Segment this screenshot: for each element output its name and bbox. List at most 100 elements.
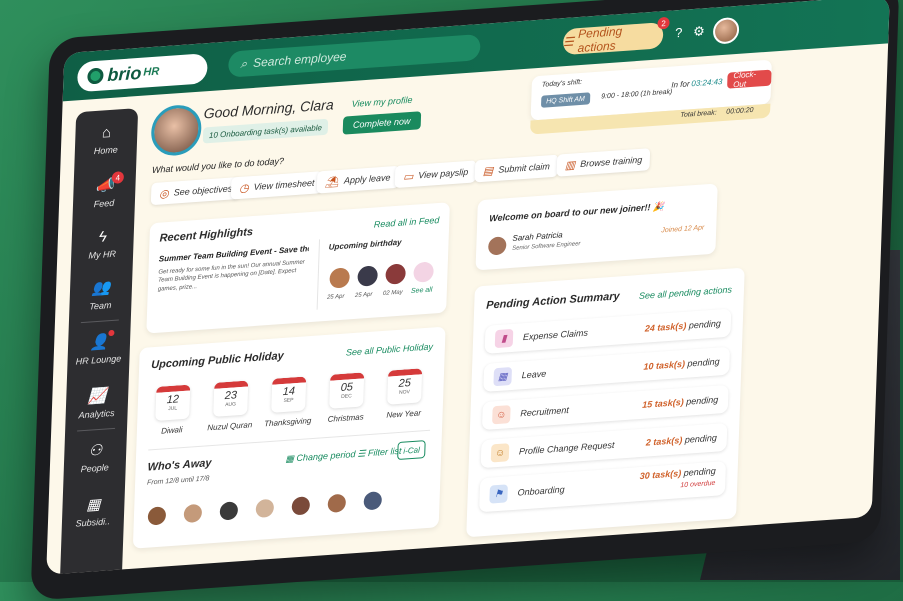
sidebar-item-label: Feed xyxy=(93,197,115,210)
pending-actions-button[interactable]: ☰ Pending actions xyxy=(562,22,664,56)
task-count: 24 task(s) pending xyxy=(645,318,721,333)
recruit-icon: ☺ xyxy=(492,405,511,425)
browse-training-button[interactable]: ▥ Browse training xyxy=(556,148,651,177)
sidebar-item-home[interactable]: ⌂ Home xyxy=(75,122,138,157)
holiday-month: NOV xyxy=(398,389,410,396)
pending-task-expense-claims[interactable]: ▮ Expense Claims 24 task(s) pending xyxy=(484,308,732,354)
apply-leave-button[interactable]: ⛱ Apply leave xyxy=(316,165,399,194)
sidebar-item-feed[interactable]: 📣 Feed xyxy=(73,174,136,210)
change-period-button[interactable]: ▦ Change period xyxy=(285,449,355,465)
gear-icon[interactable]: ⚙ xyxy=(693,23,705,40)
task-count-value: 24 task(s) xyxy=(644,320,687,334)
holiday-date-tile: 05 DEC xyxy=(329,372,365,409)
brio-logo[interactable]: brio HR xyxy=(76,53,208,93)
sidebar-item-label: Subsidi.. xyxy=(75,516,111,529)
profile-icon: ☺ xyxy=(490,443,510,463)
joiner-name[interactable]: Sarah Patricia xyxy=(512,230,563,243)
holiday-name: Diwali xyxy=(161,425,183,436)
joiner-avatar[interactable] xyxy=(487,236,507,256)
holiday-name: Thanksgiving xyxy=(264,416,312,429)
task-name: Onboarding xyxy=(517,484,565,498)
see-all-pending-link[interactable]: See all pending actions xyxy=(639,284,732,301)
clock-out-button[interactable]: Clock-Out xyxy=(727,69,772,90)
pending-task-leave[interactable]: ▦ Leave 10 task(s) pending xyxy=(483,346,731,392)
away-avatar[interactable] xyxy=(147,506,167,526)
birthday-avatar[interactable] xyxy=(357,265,378,287)
quick-action-label: Apply leave xyxy=(343,172,391,186)
birthday-avatar[interactable] xyxy=(385,263,406,285)
view-timesheet-button[interactable]: ◷ View timesheet xyxy=(230,171,323,200)
search-placeholder: Search employee xyxy=(252,49,347,70)
sidebar-item-label: My HR xyxy=(88,248,117,261)
see-objectives-button[interactable]: ◎ See objectives xyxy=(150,176,241,206)
sidebar-item-hr-lounge[interactable]: 👤 HR Lounge xyxy=(67,331,130,367)
away-avatar[interactable] xyxy=(219,501,239,521)
task-count-value: 30 task(s) xyxy=(639,468,682,482)
onboarding-tag-label: 10 Onboarding task(s) available xyxy=(208,122,323,140)
ical-button[interactable]: i-Cal xyxy=(397,440,427,461)
clock-icon: ◷ xyxy=(238,181,249,195)
total-break-value: 00:00:20 xyxy=(726,106,754,116)
sidebar-item-analytics[interactable]: 📈 Analytics xyxy=(65,385,128,421)
onboarding-tag: 10 Onboarding task(s) available xyxy=(202,118,329,144)
holiday-date-tile: 25 NOV xyxy=(387,368,423,405)
building-icon: ▦ xyxy=(86,495,101,514)
new-joiner-card: Welcome on board to our new joiner!! 🎉 S… xyxy=(475,183,718,271)
view-profile-link[interactable]: View my profile xyxy=(351,95,412,109)
ical-label: i-Cal xyxy=(403,444,421,456)
sidebar-divider xyxy=(80,319,119,324)
task-count-suffix: pending xyxy=(686,394,719,407)
bolt-icon: ϟ xyxy=(98,228,108,246)
birthday-avatar[interactable] xyxy=(329,267,350,289)
quick-action-label: See objectives xyxy=(173,183,233,198)
sidebar-item-people[interactable]: ⚇ People xyxy=(64,439,127,475)
away-avatar[interactable] xyxy=(327,493,347,513)
birthday-see-all-link[interactable]: See all xyxy=(411,286,433,295)
pending-task-recruitment[interactable]: ☺ Recruitment 15 task(s) pending xyxy=(481,384,729,431)
view-payslip-button[interactable]: ▭ View payslip xyxy=(394,160,477,189)
complete-now-button[interactable]: Complete now xyxy=(342,111,421,135)
submit-claim-button[interactable]: ▤ Submit claim xyxy=(474,154,559,183)
pending-actions-label: Pending actions xyxy=(577,24,623,56)
sidebar-item-label: People xyxy=(80,462,109,475)
public-holiday-card: Upcoming Public Holiday See all Public H… xyxy=(132,326,446,549)
sidebar-item-label: HR Lounge xyxy=(75,353,122,367)
away-avatar[interactable] xyxy=(291,496,311,516)
sidebar-item-team[interactable]: 👥 Team xyxy=(69,277,132,313)
sidebar-item-my-hr[interactable]: ϟ My HR xyxy=(71,226,134,261)
birthday-date: 25 Apr xyxy=(354,291,373,299)
pending-summary-title: Pending Action Summary xyxy=(486,290,620,312)
calendar-icon: ▦ xyxy=(493,366,513,387)
shift-time: 9:00 - 18:00 (1h break) xyxy=(601,88,673,101)
task-count-suffix: pending xyxy=(687,356,720,369)
sidebar-item-label: Analytics xyxy=(78,407,115,421)
user-avatar[interactable] xyxy=(712,16,740,45)
target-icon: ◎ xyxy=(158,187,169,201)
highlights-divider xyxy=(316,239,321,310)
help-icon[interactable]: ? xyxy=(675,25,683,41)
away-avatar[interactable] xyxy=(255,498,275,519)
search-input[interactable]: ⌕ Search employee xyxy=(227,33,481,78)
away-avatar[interactable] xyxy=(363,491,383,511)
holiday-month: JUL xyxy=(168,405,178,413)
sidebar-item-subsidiaries[interactable]: ▦ Subsidi.. xyxy=(62,493,125,529)
holiday-month: AUG xyxy=(225,401,237,409)
task-count-value: 10 task(s) xyxy=(643,358,686,372)
task-count-suffix: pending xyxy=(683,465,716,478)
payslip-icon: ▭ xyxy=(402,170,414,184)
pending-task-profile-change[interactable]: ☺ Profile Change Request 2 task(s) pendi… xyxy=(480,422,728,469)
read-all-link[interactable]: Read all in Feed xyxy=(374,215,440,230)
joiner-date: Joined 12 Apr xyxy=(661,224,705,235)
filter-list-button[interactable]: ☰ Filter list xyxy=(357,446,401,460)
shift-name-badge: HQ Shift AM xyxy=(540,92,590,108)
see-all-holiday-link[interactable]: See all Public Holiday xyxy=(346,341,433,357)
away-avatar[interactable] xyxy=(183,503,203,524)
birthday-date: 02 May xyxy=(382,289,403,297)
clock-out-label: Clock-Out xyxy=(733,69,757,90)
sidebar-item-label: Team xyxy=(89,300,112,312)
sidebar: ⌂ Home 📣 Feed 4 ϟ My HR 👥 Team 👤 HR Loun… xyxy=(59,108,139,575)
holiday-name: Nuzul Quran xyxy=(207,420,253,433)
leave-icon: ⛱ xyxy=(324,175,340,189)
task-count-suffix: pending xyxy=(688,318,722,331)
pending-task-onboarding[interactable]: ⚑ Onboarding 30 task(s) pending 10 overd… xyxy=(479,461,727,513)
